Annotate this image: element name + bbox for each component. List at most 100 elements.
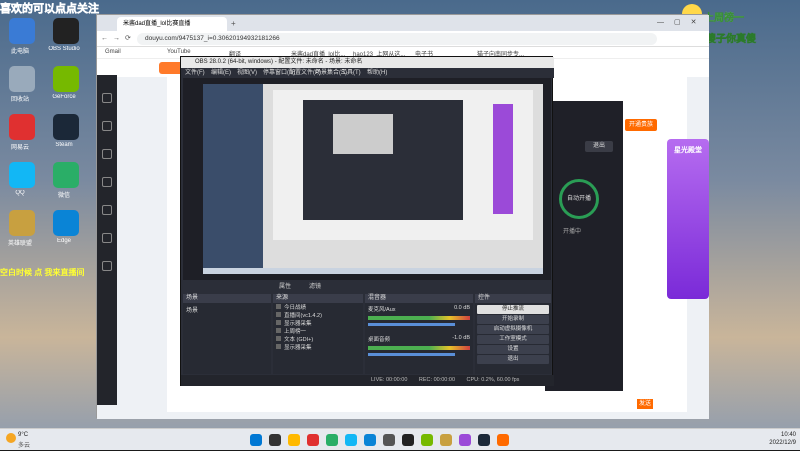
taskbar-app-icon[interactable] <box>440 434 452 446</box>
volume-slider[interactable] <box>368 353 455 356</box>
nav-icon[interactable] <box>102 93 112 103</box>
auto-start-button[interactable]: 自动开播 <box>559 179 599 219</box>
gift-hall-banner[interactable]: 星光殿堂 <box>667 139 709 299</box>
source-item[interactable]: 今日战绩 <box>273 303 363 311</box>
desktop-icon-label: 回收站 <box>10 97 29 103</box>
obs-menu-item[interactable]: 帮助(H) <box>367 68 387 78</box>
tab-active[interactable]: 米酱dad直播_lol比赛直播 <box>117 17 227 31</box>
desktop-icon[interactable]: 网易云 <box>2 114 42 158</box>
exit-label: 退出 <box>592 143 605 149</box>
obs-menu-item[interactable]: 文件(F) <box>185 68 205 78</box>
address-bar-row: ←→⟳ douyu.com/9475137_i=0.30620194932181… <box>97 31 709 47</box>
control-button[interactable]: 停止推流 <box>477 305 549 314</box>
desktop-icon[interactable]: QQ <box>2 162 42 206</box>
desktop-icon[interactable]: GeForce <box>46 66 86 110</box>
source-item[interactable]: 显示器采集 <box>273 319 363 327</box>
obs-menu-item[interactable]: 视图(V) <box>237 68 257 78</box>
taskbar-app-icon[interactable] <box>478 434 490 446</box>
source-item[interactable]: 文本 (GDI+) <box>273 335 363 343</box>
badge-name: 傻子你真傻 <box>706 34 757 46</box>
app-icon <box>53 18 79 44</box>
app-icon <box>53 162 79 188</box>
scene-item-label: 场景 <box>186 308 199 314</box>
sidebar-nav <box>97 75 117 405</box>
desktop-icon[interactable]: Edge <box>46 210 86 254</box>
window-controls[interactable]: —▢✕ <box>657 18 706 26</box>
nav-icon[interactable] <box>102 121 112 131</box>
taskbar-app-icon[interactable] <box>269 434 281 446</box>
nav-icon[interactable] <box>102 177 112 187</box>
controls-title: 控件 <box>478 295 491 301</box>
volume-slider[interactable] <box>368 323 455 326</box>
badge-title: 上周榜一 <box>704 13 744 24</box>
taskbar-app-icon[interactable] <box>288 434 300 446</box>
control-button[interactable]: 设置 <box>477 345 549 354</box>
control-button[interactable]: 开始录制 <box>477 315 549 324</box>
nested-desktop <box>203 84 263 274</box>
nav-icon[interactable] <box>102 261 112 271</box>
send-label: 发送 <box>638 401 651 407</box>
taskbar-app-icon[interactable] <box>459 434 471 446</box>
cpu-status: CPU: 0.2%, 60.00 fps <box>466 377 520 383</box>
source-item[interactable]: 显示器采集 <box>273 343 363 351</box>
noble-button[interactable]: 开通贵族 <box>625 119 657 131</box>
taskbar-app-icon[interactable] <box>421 434 433 446</box>
obs-title-text: OBS 28.0.2 (64-bit, windows) - 配置文件: 未命名… <box>195 59 363 65</box>
properties-button[interactable]: 属性 <box>279 281 291 290</box>
obs-menu-item[interactable]: 编辑(E) <box>211 68 231 78</box>
url-text: douyu.com/9475137_i=0.30620194932181266 <box>145 35 280 42</box>
control-button[interactable]: 启动虚拟摄像机 <box>477 325 549 334</box>
scenes-dock: 场景 场景 <box>183 294 271 374</box>
taskbar-app-icon[interactable] <box>402 434 414 446</box>
desktop-icon-grid: 此电脑 OBS Studio 回收站 GeForce 网易云 Steam QQ 微信 英雄联盟 E… <box>2 18 94 418</box>
desktop-icon[interactable]: 回收站 <box>2 66 42 110</box>
nested-obs <box>303 100 463 220</box>
exit-button[interactable]: 退出 <box>585 141 613 152</box>
desktop-icon[interactable]: 微信 <box>46 162 86 206</box>
nested-taskbar <box>203 268 543 274</box>
mixer-channel: 麦克风/Aux 0.0 dB <box>365 303 473 333</box>
taskbar-app-icon[interactable] <box>383 434 395 446</box>
app-icon <box>9 114 35 140</box>
mixer-title: 混音器 <box>368 295 387 301</box>
sources-dock-header: 来源 <box>273 294 363 303</box>
desktop-icon[interactable]: OBS Studio <box>46 18 86 62</box>
url-input[interactable]: douyu.com/9475137_i=0.30620194932181266 <box>137 33 657 45</box>
obs-preview[interactable] <box>183 78 551 280</box>
desktop-icon-label: 此电脑 <box>10 49 29 55</box>
taskbar-app-icon[interactable] <box>250 434 262 446</box>
control-button[interactable]: 工作室模式 <box>477 335 549 344</box>
send-button[interactable]: 发送 <box>637 399 653 409</box>
controls-list: 停止推流 开始录制 启动虚拟摄像机 工作室模式 设置 退出 <box>475 303 551 366</box>
clock-time: 10:40 <box>780 432 796 438</box>
taskbar-app-icon[interactable] <box>364 434 376 446</box>
taskbar-app-icon[interactable] <box>345 434 357 446</box>
new-tab-button[interactable]: + <box>231 19 236 28</box>
desktop-icon[interactable]: Steam <box>46 114 86 158</box>
scenes-title: 场景 <box>186 295 199 301</box>
taskbar-app-icon[interactable] <box>326 434 338 446</box>
eye-icon <box>276 312 281 317</box>
live-panel: 退出 自动开播 开播中 <box>545 101 623 391</box>
scenes-dock-header: 场景 <box>183 294 271 303</box>
desktop-icon[interactable]: 英雄联盟 <box>2 210 42 254</box>
eye-icon <box>276 336 281 341</box>
taskbar-app-icon[interactable] <box>307 434 319 446</box>
taskbar-apps <box>250 429 550 451</box>
source-item[interactable]: 上周榜一 <box>273 327 363 335</box>
filters-button[interactable]: 滤镜 <box>309 281 321 290</box>
obs-menu-item[interactable]: 工具(T) <box>341 68 361 78</box>
taskbar-app-icon[interactable] <box>497 434 509 446</box>
channel-db: 0.0 dB <box>454 305 470 311</box>
bookmark-item[interactable]: YouTube <box>167 49 191 55</box>
nav-buttons[interactable]: ←→⟳ <box>101 34 136 42</box>
mixer-dock-header: 混音器 <box>365 294 473 303</box>
scene-item[interactable]: 场景 <box>183 303 271 316</box>
nav-icon[interactable] <box>102 233 112 243</box>
desktop-icon[interactable]: 此电脑 <box>2 18 42 62</box>
control-button[interactable]: 退出 <box>477 355 549 364</box>
nav-icon[interactable] <box>102 149 112 159</box>
nav-icon[interactable] <box>102 205 112 215</box>
source-item[interactable]: 直播间(vc1.4.2) <box>273 311 363 319</box>
bookmark-item[interactable]: Gmail <box>105 49 121 55</box>
